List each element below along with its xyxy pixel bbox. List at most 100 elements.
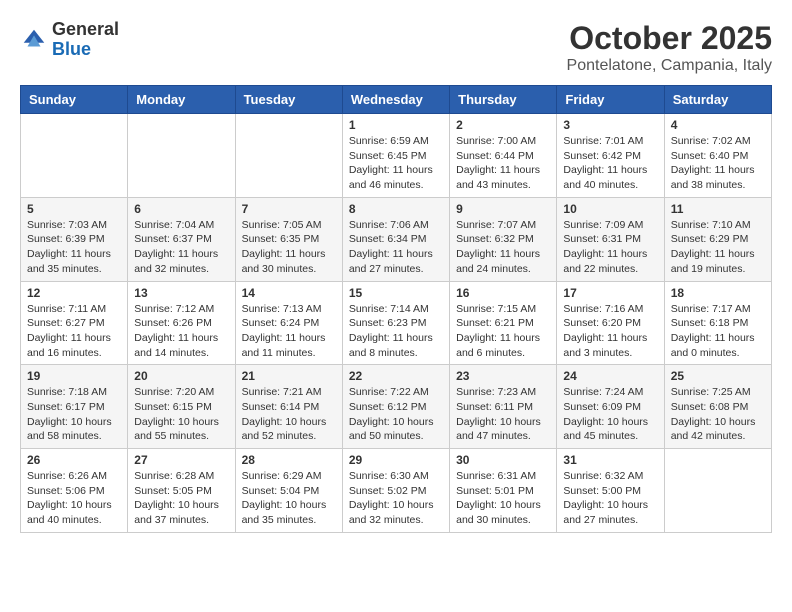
day-info: Sunrise: 7:12 AMSunset: 6:26 PMDaylight:…: [134, 302, 228, 361]
day-info: Sunrise: 7:13 AMSunset: 6:24 PMDaylight:…: [242, 302, 336, 361]
day-number: 28: [242, 453, 336, 467]
day-number: 9: [456, 202, 550, 216]
logo-general-text: General: [52, 20, 119, 40]
table-row: 1Sunrise: 6:59 AMSunset: 6:45 PMDaylight…: [342, 114, 449, 198]
table-row: 19 Sunrise: 7:18 AMSunset: 6:17 PMDayligh…: [21, 365, 128, 449]
day-number: 16: [456, 286, 550, 300]
table-row: [235, 114, 342, 198]
day-number: 25: [671, 369, 765, 383]
day-number: 26: [27, 453, 121, 467]
day-info: Sunrise: 7:21 AMSunset: 6:14 PMDaylight:…: [242, 385, 336, 444]
table-row: 2 Sunrise: 7:00 AMSunset: 6:44 PMDaylight…: [450, 114, 557, 198]
day-info: Sunrise: 7:18 AMSunset: 6:17 PMDaylight:…: [27, 385, 121, 444]
table-row: [128, 114, 235, 198]
day-number: 18: [671, 286, 765, 300]
day-info: Sunrise: 7:14 AMSunset: 6:23 PMDaylight:…: [349, 302, 443, 361]
day-info: Sunrise: 7:25 AMSunset: 6:08 PMDaylight:…: [671, 385, 765, 444]
table-row: 6Sunrise: 7:04 AMSunset: 6:37 PMDaylight…: [128, 197, 235, 281]
table-row: 7 Sunrise: 7:05 AMSunset: 6:35 PMDaylight…: [235, 197, 342, 281]
col-friday: Friday: [557, 86, 664, 114]
month-title: October 2025: [567, 20, 772, 57]
col-monday: Monday: [128, 86, 235, 114]
day-number: 13: [134, 286, 228, 300]
day-number: 15: [349, 286, 443, 300]
table-row: 15 Sunrise: 7:14 AMSunset: 6:23 PMDayligh…: [342, 281, 449, 365]
location: Pontelatone, Campania, Italy: [567, 57, 772, 75]
day-number: 20: [134, 369, 228, 383]
day-info: Sunrise: 6:30 AMSunset: 5:02 PMDaylight:…: [349, 469, 443, 528]
day-info: Sunrise: 6:31 AMSunset: 5:01 PMDaylight:…: [456, 469, 550, 528]
table-row: 28 Sunrise: 6:29 AMSunset: 5:04 PMDayligh…: [235, 449, 342, 533]
day-info: Sunrise: 7:01 AMSunset: 6:42 PMDaylight:…: [563, 134, 657, 193]
day-number: 10: [563, 202, 657, 216]
table-row: 8 Sunrise: 7:06 AMSunset: 6:34 PMDaylight…: [342, 197, 449, 281]
day-info: Sunrise: 7:00 AMSunset: 6:44 PMDaylight:…: [456, 134, 550, 193]
day-info: Sunrise: 7:23 AMSunset: 6:11 PMDaylight:…: [456, 385, 550, 444]
day-info: Sunrise: 7:06 AMSunset: 6:34 PMDaylight:…: [349, 218, 443, 277]
day-number: 2: [456, 118, 550, 132]
day-number: 12: [27, 286, 121, 300]
table-row: 21Sunrise: 7:21 AMSunset: 6:14 PMDayligh…: [235, 365, 342, 449]
col-wednesday: Wednesday: [342, 86, 449, 114]
table-row: 12Sunrise: 7:11 AMSunset: 6:27 PMDayligh…: [21, 281, 128, 365]
day-info: Sunrise: 7:20 AMSunset: 6:15 PMDaylight:…: [134, 385, 228, 444]
table-row: 14 Sunrise: 7:13 AMSunset: 6:24 PMDayligh…: [235, 281, 342, 365]
day-number: 31: [563, 453, 657, 467]
day-info: Sunrise: 7:17 AMSunset: 6:18 PMDaylight:…: [671, 302, 765, 361]
table-row: 16 Sunrise: 7:15 AMSunset: 6:21 PMDayligh…: [450, 281, 557, 365]
day-info: Sunrise: 7:10 AMSunset: 6:29 PMDaylight:…: [671, 218, 765, 277]
day-number: 8: [349, 202, 443, 216]
day-number: 5: [27, 202, 121, 216]
day-info: Sunrise: 7:09 AMSunset: 6:31 PMDaylight:…: [563, 218, 657, 277]
day-number: 24: [563, 369, 657, 383]
day-info: Sunrise: 7:15 AMSunset: 6:21 PMDaylight:…: [456, 302, 550, 361]
table-row: 22Sunrise: 7:22 AMSunset: 6:12 PMDayligh…: [342, 365, 449, 449]
calendar-week-row: 19 Sunrise: 7:18 AMSunset: 6:17 PMDayligh…: [21, 365, 772, 449]
table-row: 11 Sunrise: 7:10 AMSunset: 6:29 PMDayligh…: [664, 197, 771, 281]
calendar-table: Sunday Monday Tuesday Wednesday Thursday…: [20, 85, 772, 533]
table-row: 26 Sunrise: 6:26 AMSunset: 5:06 PMDayligh…: [21, 449, 128, 533]
day-number: 19: [27, 369, 121, 383]
day-info: Sunrise: 7:16 AMSunset: 6:20 PMDaylight:…: [563, 302, 657, 361]
table-row: 30 Sunrise: 6:31 AMSunset: 5:01 PMDayligh…: [450, 449, 557, 533]
table-row: 20 Sunrise: 7:20 AMSunset: 6:15 PMDayligh…: [128, 365, 235, 449]
title-block: October 2025 Pontelatone, Campania, Ital…: [567, 20, 772, 75]
col-sunday: Sunday: [21, 86, 128, 114]
table-row: 3 Sunrise: 7:01 AMSunset: 6:42 PMDaylight…: [557, 114, 664, 198]
table-row: 10 Sunrise: 7:09 AMSunset: 6:31 PMDayligh…: [557, 197, 664, 281]
day-number: 1: [349, 118, 443, 132]
day-info: Sunrise: 6:29 AMSunset: 5:04 PMDaylight:…: [242, 469, 336, 528]
day-number: 7: [242, 202, 336, 216]
logo-icon: [20, 26, 48, 54]
logo-text: General Blue: [52, 20, 119, 60]
day-number: 30: [456, 453, 550, 467]
day-info: Sunrise: 6:28 AMSunset: 5:05 PMDaylight:…: [134, 469, 228, 528]
col-tuesday: Tuesday: [235, 86, 342, 114]
calendar-week-row: 26 Sunrise: 6:26 AMSunset: 5:06 PMDayligh…: [21, 449, 772, 533]
col-saturday: Saturday: [664, 86, 771, 114]
day-number: 27: [134, 453, 228, 467]
page-header: General Blue October 2025 Pontelatone, C…: [20, 20, 772, 75]
table-row: [664, 449, 771, 533]
day-number: 14: [242, 286, 336, 300]
day-number: 29: [349, 453, 443, 467]
day-info: Sunrise: 7:07 AMSunset: 6:32 PMDaylight:…: [456, 218, 550, 277]
table-row: 27 Sunrise: 6:28 AMSunset: 5:05 PMDayligh…: [128, 449, 235, 533]
table-row: 13 Sunrise: 7:12 AMSunset: 6:26 PMDayligh…: [128, 281, 235, 365]
day-info: Sunrise: 7:24 AMSunset: 6:09 PMDaylight:…: [563, 385, 657, 444]
calendar-week-row: 1Sunrise: 6:59 AMSunset: 6:45 PMDaylight…: [21, 114, 772, 198]
table-row: 18 Sunrise: 7:17 AMSunset: 6:18 PMDayligh…: [664, 281, 771, 365]
table-row: 29 Sunrise: 6:30 AMSunset: 5:02 PMDayligh…: [342, 449, 449, 533]
day-number: 11: [671, 202, 765, 216]
calendar-week-row: 5Sunrise: 7:03 AMSunset: 6:39 PMDaylight…: [21, 197, 772, 281]
day-number: 23: [456, 369, 550, 383]
day-number: 3: [563, 118, 657, 132]
day-info: Sunrise: 7:05 AMSunset: 6:35 PMDaylight:…: [242, 218, 336, 277]
logo: General Blue: [20, 20, 119, 60]
day-info: Sunrise: 6:32 AMSunset: 5:00 PMDaylight:…: [563, 469, 657, 528]
day-info: Sunrise: 6:26 AMSunset: 5:06 PMDaylight:…: [27, 469, 121, 528]
table-row: 9 Sunrise: 7:07 AMSunset: 6:32 PMDaylight…: [450, 197, 557, 281]
day-number: 4: [671, 118, 765, 132]
table-row: 23 Sunrise: 7:23 AMSunset: 6:11 PMDayligh…: [450, 365, 557, 449]
day-info: Sunrise: 7:22 AMSunset: 6:12 PMDaylight:…: [349, 385, 443, 444]
